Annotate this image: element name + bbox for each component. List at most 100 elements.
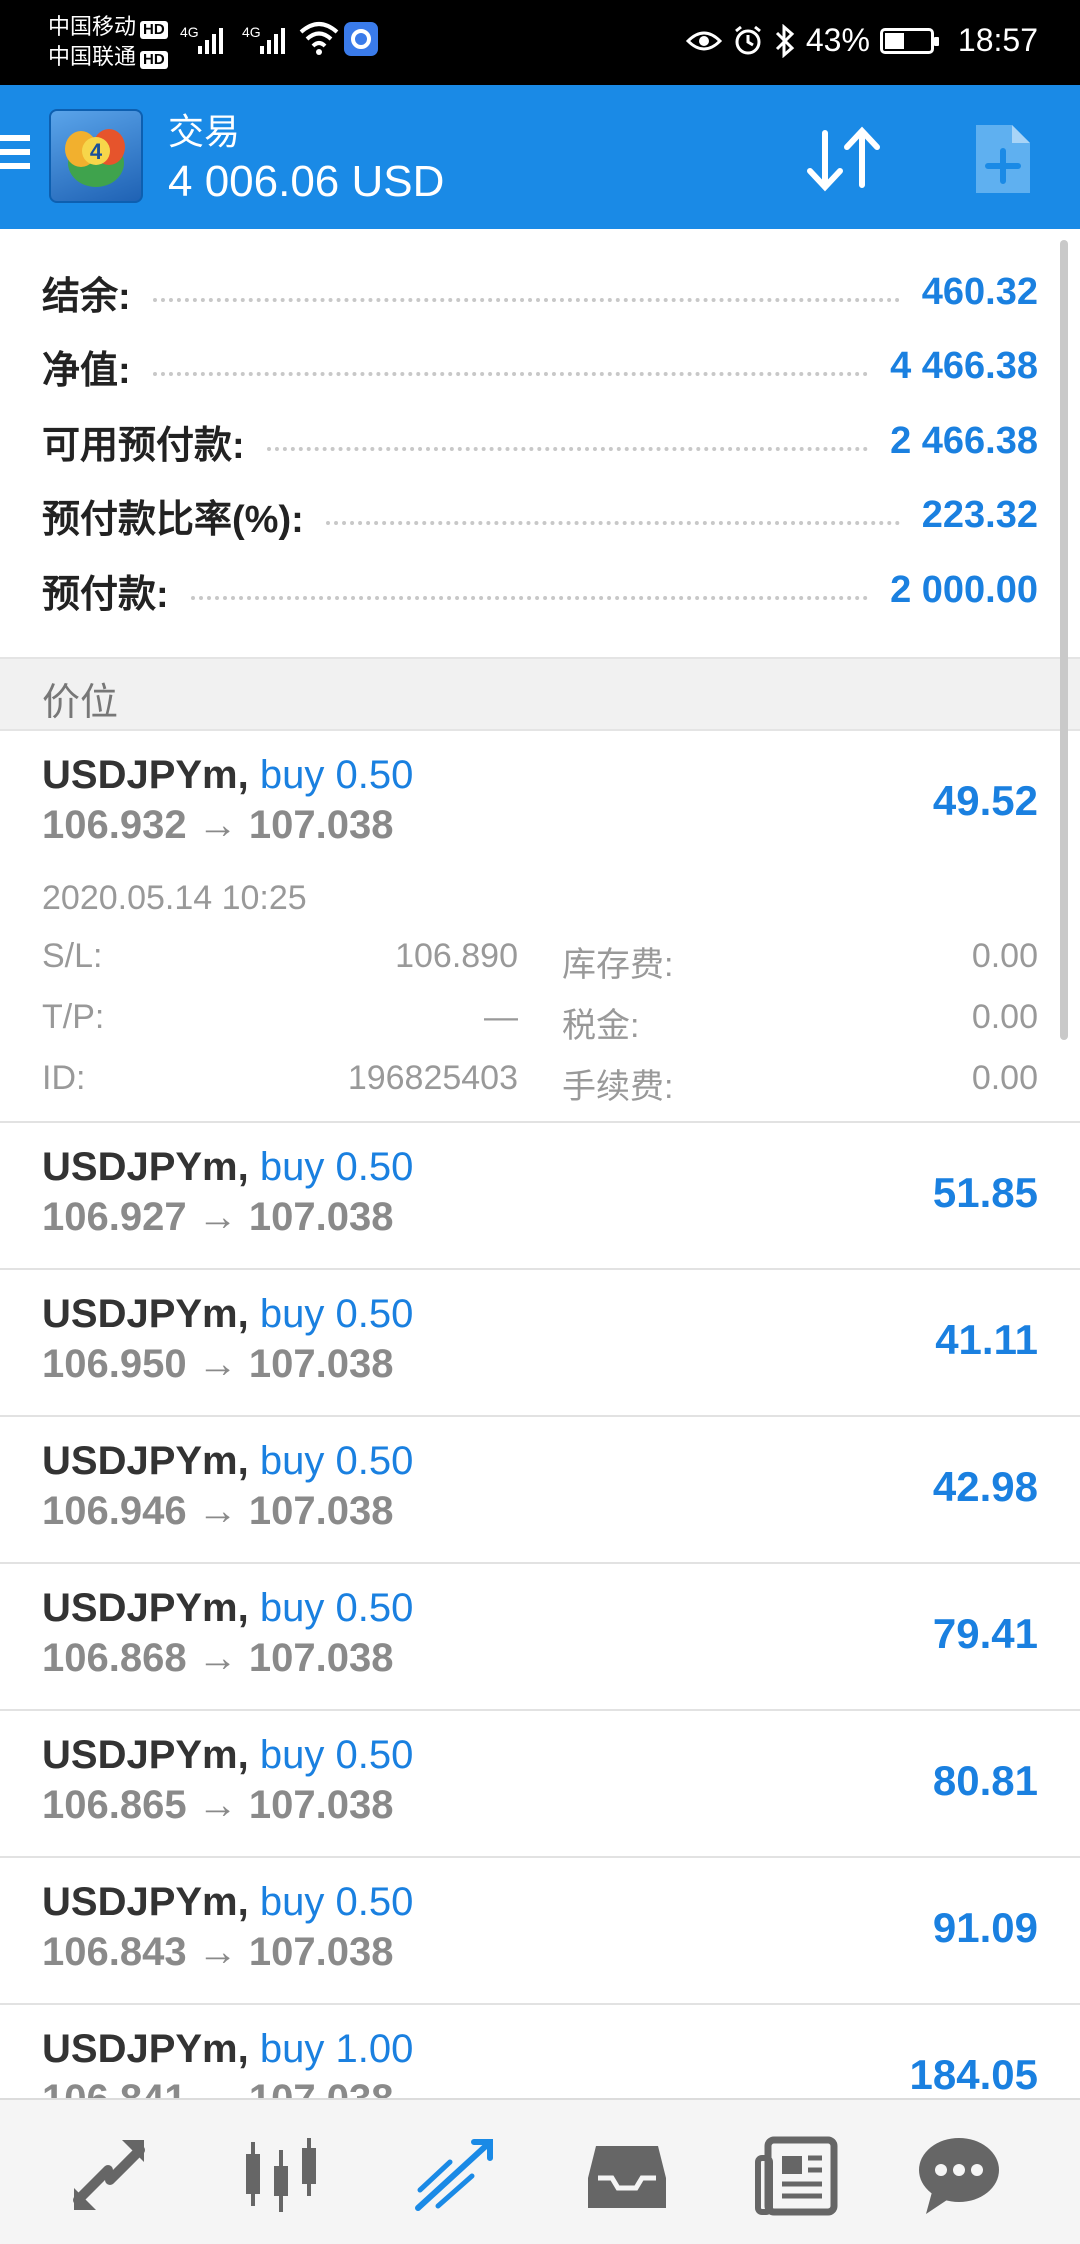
- open-price: 106.950: [42, 1342, 187, 1386]
- position-prices: 106.946 → 107.038: [42, 1489, 393, 1534]
- position-row[interactable]: USDJPYm, buy 1.00 106.841 → 107.038 184.…: [0, 2005, 1080, 2098]
- symbol-name: USDJPYm,: [42, 1439, 249, 1483]
- hd-badge-1: HD: [140, 21, 168, 39]
- summary-label: 净值:: [42, 349, 131, 392]
- position-prices: 106.868 → 107.038: [42, 1636, 393, 1681]
- position-symbol: USDJPYm, buy 0.50: [42, 1880, 413, 1925]
- open-price: 106.843: [42, 1930, 187, 1974]
- carrier-2: 中国联通: [48, 44, 137, 69]
- history-icon[interactable]: [582, 2130, 672, 2220]
- trade-side: buy 0.50: [259, 1439, 414, 1483]
- status-right: 43% 18:57: [685, 22, 1038, 59]
- id-label: ID:: [42, 1059, 86, 1097]
- symbol-name: USDJPYm,: [42, 2027, 249, 2071]
- summary-row-free-margin: 可用预付款: 2 466.38: [42, 411, 1038, 471]
- account-balance: 4 006.06 USD: [168, 157, 445, 206]
- trade-icon[interactable]: [410, 2130, 500, 2220]
- position-row[interactable]: USDJPYm, buy 0.50 106.927 → 107.038 51.8…: [0, 1123, 1080, 1270]
- position-row[interactable]: USDJPYm, buy 0.50 106.843 → 107.038 91.0…: [0, 1858, 1080, 2005]
- current-price: 107.038: [249, 2077, 394, 2098]
- trade-side: buy 0.50: [259, 1145, 414, 1189]
- position-profit: 41.11: [935, 1316, 1038, 1363]
- trade-side: buy 1.00: [259, 2027, 414, 2071]
- swap-value: 0.00: [971, 937, 1038, 975]
- summary-label: 预付款比率(%):: [42, 498, 304, 541]
- summary-value: 2 466.38: [890, 419, 1038, 462]
- bluetooth-icon: [775, 23, 795, 58]
- summary-row-equity: 净值: 4 466.38: [42, 336, 1038, 396]
- position-symbol: USDJPYm, buy 0.50: [42, 1292, 413, 1337]
- wifi-icon: [299, 22, 339, 55]
- tax-label: 税金:: [562, 1007, 640, 1045]
- position-profit: 79.41: [932, 1610, 1038, 1657]
- tp-label: T/P:: [42, 998, 105, 1036]
- news-icon[interactable]: [754, 2130, 844, 2220]
- summary-value: 223.32: [921, 493, 1038, 536]
- trade-screen: 中国移动 HD 中国联通 HD 4G 4G 43% 18:57 4 交易 4 0…: [0, 0, 1080, 2244]
- position-profit: 42.98: [932, 1463, 1038, 1510]
- tp-value: —: [484, 998, 518, 1036]
- commission-value: 0.00: [971, 1059, 1038, 1097]
- current-price: 107.038: [248, 1195, 394, 1239]
- quotes-icon[interactable]: [64, 2130, 154, 2220]
- position-row[interactable]: USDJPYm, buy 0.50 106.868 → 107.038 79.4…: [0, 1564, 1080, 1711]
- current-price: 107.038: [248, 1783, 394, 1827]
- summary-value: 2 000.00: [890, 568, 1038, 611]
- swap-label: 库存费:: [562, 946, 674, 984]
- summary-label: 可用预付款:: [42, 424, 245, 467]
- dotted-leader: [325, 521, 900, 525]
- summary-row-balance: 结余: 460.32: [42, 262, 1038, 322]
- position-symbol: USDJPYm, buy 0.50: [42, 753, 413, 798]
- sort-arrows-icon[interactable]: [800, 119, 890, 199]
- position-symbol: USDJPYm, buy 0.50: [42, 1439, 413, 1484]
- clock: 18:57: [957, 22, 1038, 58]
- tax-value: 0.00: [971, 998, 1038, 1036]
- arrow-icon: →: [198, 2077, 238, 2098]
- current-price: 107.038: [248, 1930, 394, 1974]
- trade-side: buy 0.50: [259, 1292, 414, 1336]
- symbol-name: USDJPYm,: [42, 1145, 249, 1189]
- arrow-icon: →: [197, 1489, 238, 1533]
- position-row-expanded[interactable]: USDJPYm, buy 0.50 106.932 → 107.038 49.5…: [0, 731, 1080, 1123]
- open-price: 106.841: [42, 2077, 187, 2098]
- scrollbar[interactable]: [1060, 240, 1068, 1040]
- battery-percent: 43%: [805, 22, 870, 58]
- signal-icon: [198, 28, 223, 54]
- summary-label: 预付款:: [42, 573, 169, 616]
- position-symbol: USDJPYm, buy 0.50: [42, 1733, 413, 1778]
- open-price: 106.868: [42, 1636, 187, 1680]
- new-order-icon[interactable]: [964, 119, 1040, 199]
- position-prices: 106.950 → 107.038: [42, 1342, 393, 1387]
- chat-icon[interactable]: [914, 2130, 1004, 2220]
- svg-text:4: 4: [90, 139, 103, 164]
- signal-icon-2: [260, 28, 285, 54]
- position-row[interactable]: USDJPYm, buy 0.50 106.946 → 107.038 42.9…: [0, 1417, 1080, 1564]
- current-price: 107.038: [248, 803, 394, 847]
- position-prices: 106.932 → 107.038: [42, 803, 393, 848]
- open-price: 106.927: [42, 1195, 187, 1239]
- trade-side: buy 0.50: [259, 1586, 414, 1630]
- menu-icon[interactable]: [0, 135, 32, 179]
- id-value: 196825403: [347, 1059, 518, 1097]
- position-row[interactable]: USDJPYm, buy 0.50 106.950 → 107.038 41.1…: [0, 1270, 1080, 1417]
- arrow-icon: →: [197, 1342, 238, 1386]
- open-time: 2020.05.14 10:25: [42, 879, 307, 917]
- current-price: 107.038: [248, 1342, 394, 1386]
- arrow-icon: →: [197, 1930, 238, 1974]
- position-profit: 91.09: [932, 1904, 1038, 1951]
- trade-side: buy 0.50: [259, 753, 414, 797]
- symbol-name: USDJPYm,: [42, 1292, 249, 1336]
- dotted-leader: [152, 372, 869, 376]
- hd-badge-2: HD: [140, 51, 168, 69]
- summary-value: 460.32: [921, 270, 1038, 313]
- app-bar: 4 交易 4 006.06 USD: [0, 85, 1080, 229]
- position-prices: 106.927 → 107.038: [42, 1195, 393, 1240]
- current-price: 107.038: [248, 1636, 394, 1680]
- sl-value: 106.890: [395, 937, 518, 975]
- chart-icon[interactable]: [236, 2130, 326, 2220]
- dotted-leader: [152, 298, 900, 302]
- position-row[interactable]: USDJPYm, buy 0.50 106.865 → 107.038 80.8…: [0, 1711, 1080, 1858]
- carrier-info: 中国移动 HD 中国联通 HD: [48, 12, 168, 72]
- app-title: 交易: [168, 111, 241, 152]
- eye-icon: [685, 31, 722, 50]
